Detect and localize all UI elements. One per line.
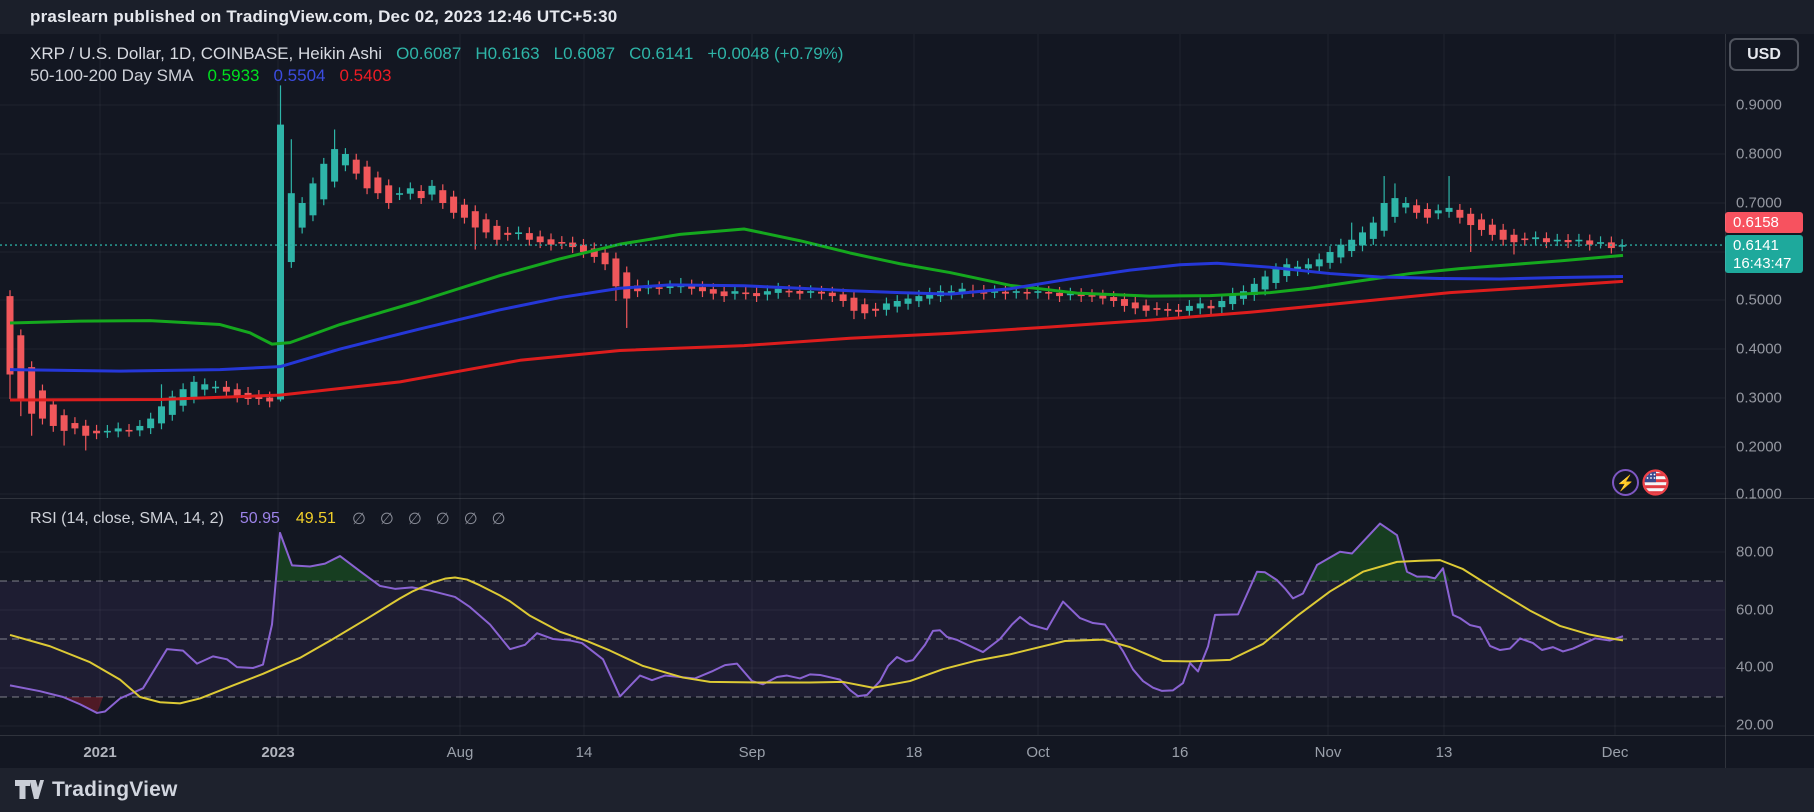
rsi-tick-label: 80.00 bbox=[1736, 544, 1774, 561]
rsi-value: 50.95 bbox=[240, 510, 280, 528]
ohlc-close: C0.6141 bbox=[629, 44, 693, 64]
empty-indicator-slot-icon: ∅ bbox=[492, 509, 506, 529]
chart-canvas[interactable] bbox=[0, 0, 1814, 812]
rsi-legend: RSI (14, close, SMA, 14, 2) 50.95 49.51 … bbox=[30, 509, 506, 529]
time-tick-label: Nov bbox=[1315, 744, 1342, 761]
tradingview-logo-icon bbox=[14, 777, 44, 803]
ohlc-high: H0.6163 bbox=[475, 44, 539, 64]
boost-lightning-icon[interactable]: ⚡ bbox=[1612, 469, 1639, 496]
symbol-title: XRP / U.S. Dollar, 1D, COINBASE, Heikin … bbox=[30, 44, 382, 64]
time-tick-label: 16 bbox=[1172, 744, 1189, 761]
publish-info-text: praslearn published on TradingView.com, … bbox=[30, 7, 617, 27]
alert-price-badge: 0.6158 bbox=[1725, 212, 1803, 233]
symbol-legend: XRP / U.S. Dollar, 1D, COINBASE, Heikin … bbox=[30, 44, 843, 64]
empty-indicator-slot-icon: ∅ bbox=[436, 509, 450, 529]
last-price-value: 0.6141 bbox=[1733, 237, 1795, 255]
ohlc-change: +0.0048 (+0.79%) bbox=[707, 44, 843, 64]
price-tick-label: 0.1000 bbox=[1736, 486, 1782, 503]
last-price-badge: 0.6141 16:43:47 bbox=[1725, 235, 1803, 273]
ohlc-open: O0.6087 bbox=[396, 44, 461, 64]
publish-topbar: praslearn published on TradingView.com, … bbox=[0, 0, 1814, 34]
time-tick-label: Sep bbox=[739, 744, 766, 761]
bar-countdown: 16:43:47 bbox=[1733, 255, 1795, 273]
rsi-tick-label: 60.00 bbox=[1736, 602, 1774, 619]
time-tick-label: 2021 bbox=[83, 744, 116, 761]
rsi-tick-label: 20.00 bbox=[1736, 717, 1774, 734]
rsi-label: RSI (14, close, SMA, 14, 2) bbox=[30, 510, 224, 528]
price-tick-label: 0.3000 bbox=[1736, 390, 1782, 407]
empty-indicator-slot-icon: ∅ bbox=[408, 509, 422, 529]
sma200-value: 0.5403 bbox=[339, 66, 391, 86]
sma-legend: 50-100-200 Day SMA 0.5933 0.5504 0.5403 bbox=[30, 66, 391, 86]
rsi-tick-label: 40.00 bbox=[1736, 659, 1774, 676]
time-tick-label: 14 bbox=[576, 744, 593, 761]
price-tick-label: 0.4000 bbox=[1736, 341, 1782, 358]
sma50-value: 0.5933 bbox=[207, 66, 259, 86]
price-tick-label: 0.5000 bbox=[1736, 292, 1782, 309]
tradingview-published-chart: praslearn published on TradingView.com, … bbox=[0, 0, 1814, 812]
us-flag-graphic bbox=[1642, 469, 1669, 496]
time-axis-separator bbox=[0, 735, 1814, 736]
time-tick-label: 13 bbox=[1436, 744, 1453, 761]
price-tick-label: 0.9000 bbox=[1736, 97, 1782, 114]
price-tick-label: 0.7000 bbox=[1736, 195, 1782, 212]
tradingview-brand-text[interactable]: TradingView bbox=[52, 778, 178, 802]
time-tick-label: Oct bbox=[1026, 744, 1049, 761]
time-tick-label: 18 bbox=[906, 744, 923, 761]
empty-indicator-slot-icon: ∅ bbox=[464, 509, 478, 529]
empty-indicator-slot-icon: ∅ bbox=[352, 509, 366, 529]
axis-separator bbox=[1725, 34, 1726, 768]
sma100-value: 0.5504 bbox=[273, 66, 325, 86]
empty-indicator-slot-icon: ∅ bbox=[380, 509, 394, 529]
time-tick-label: 2023 bbox=[261, 744, 294, 761]
footer-bar: TradingView bbox=[0, 768, 1814, 812]
rsi-ma-value: 49.51 bbox=[296, 510, 336, 528]
pane-separator[interactable] bbox=[0, 498, 1814, 499]
time-tick-label: Aug bbox=[447, 744, 474, 761]
time-tick-label: Dec bbox=[1602, 744, 1629, 761]
ohlc-low: L0.6087 bbox=[554, 44, 615, 64]
price-tick-label: 0.2000 bbox=[1736, 439, 1782, 456]
price-tick-label: 0.8000 bbox=[1736, 146, 1782, 163]
currency-toggle-button[interactable]: USD bbox=[1729, 38, 1799, 71]
sma-label: 50-100-200 Day SMA bbox=[30, 66, 193, 86]
us-flag-icon[interactable] bbox=[1642, 469, 1669, 496]
rsi-empty-slots: ∅ ∅ ∅ ∅ ∅ ∅ bbox=[352, 509, 506, 529]
